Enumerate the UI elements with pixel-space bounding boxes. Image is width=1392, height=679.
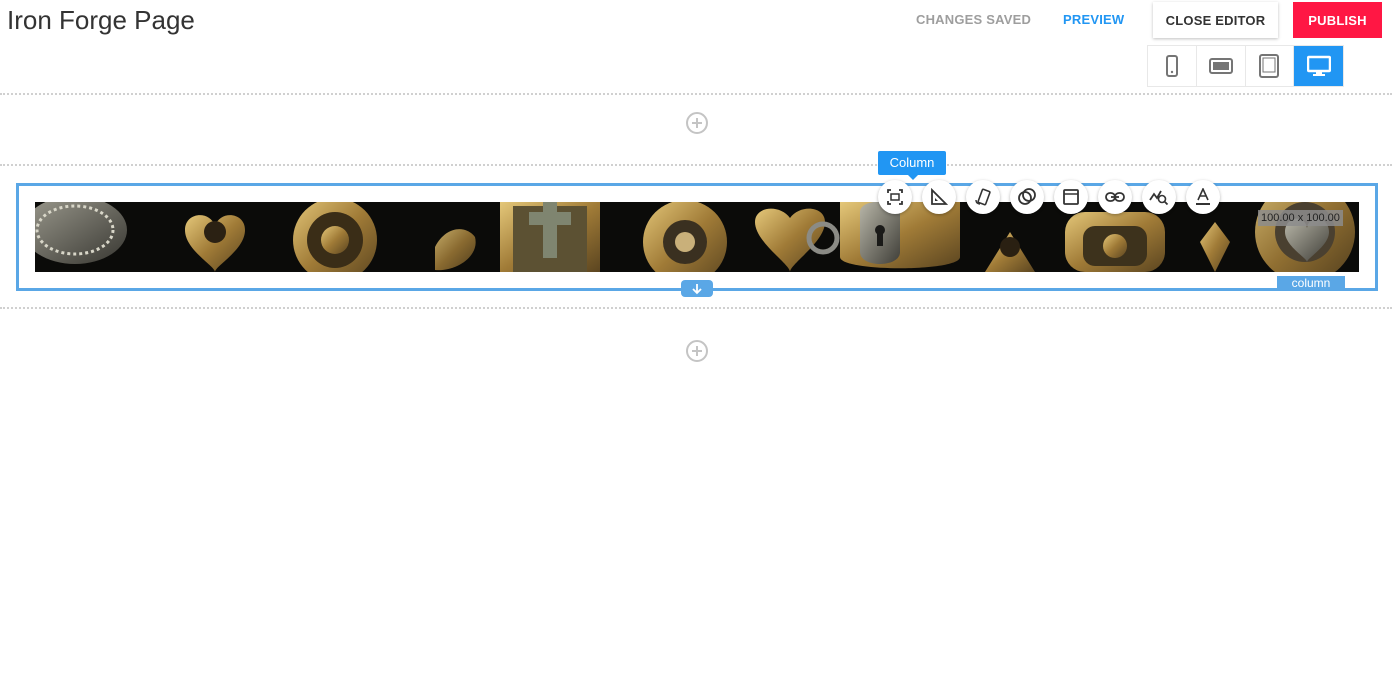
frame-icon	[1063, 189, 1079, 205]
arrow-down-icon	[692, 283, 702, 294]
device-tablet-button[interactable]	[1246, 46, 1295, 86]
text-color-icon	[1196, 188, 1210, 205]
move-section-down-button[interactable]	[681, 280, 713, 297]
page-title: Iron Forge Page	[7, 5, 195, 35]
device-mobile-landscape-button[interactable]	[1197, 46, 1246, 86]
set-square-icon	[931, 188, 948, 205]
device-switcher	[1147, 45, 1344, 87]
seo-button[interactable]	[1142, 180, 1176, 214]
close-editor-button[interactable]: CLOSE EDITOR	[1153, 2, 1278, 38]
publish-button[interactable]: PUBLISH	[1293, 2, 1382, 38]
link-icon	[1105, 192, 1125, 202]
image-size-label: 100.00 x 100.00	[1258, 210, 1343, 226]
layers-button[interactable]	[1010, 180, 1044, 214]
crop-icon	[887, 189, 903, 205]
rotate-button[interactable]	[966, 180, 1000, 214]
mobile-portrait-icon	[1165, 55, 1178, 77]
layers-icon	[1018, 188, 1036, 205]
add-section-button-bottom[interactable]	[686, 340, 708, 362]
section-divider	[0, 164, 1392, 166]
mobile-landscape-icon	[1208, 58, 1233, 74]
rotate-icon	[975, 188, 991, 206]
link-button[interactable]	[1098, 180, 1132, 214]
column-label: column	[1277, 276, 1345, 291]
tablet-icon	[1259, 54, 1280, 78]
frame-button[interactable]	[1054, 180, 1088, 214]
section-divider-bottom	[0, 307, 1392, 309]
device-desktop-button[interactable]	[1294, 46, 1343, 86]
preview-link[interactable]: PREVIEW	[1063, 12, 1124, 27]
add-section-button[interactable]	[686, 112, 708, 134]
column-tag: Column	[878, 151, 946, 180]
dimensions-button[interactable]	[922, 180, 956, 214]
section-divider-top	[0, 93, 1392, 95]
text-color-button[interactable]	[1186, 180, 1220, 214]
desktop-icon	[1306, 55, 1331, 76]
seo-search-icon	[1149, 190, 1169, 206]
crop-button[interactable]	[878, 180, 912, 214]
device-mobile-portrait-button[interactable]	[1148, 46, 1197, 86]
save-status: CHANGES SAVED	[916, 12, 1032, 27]
